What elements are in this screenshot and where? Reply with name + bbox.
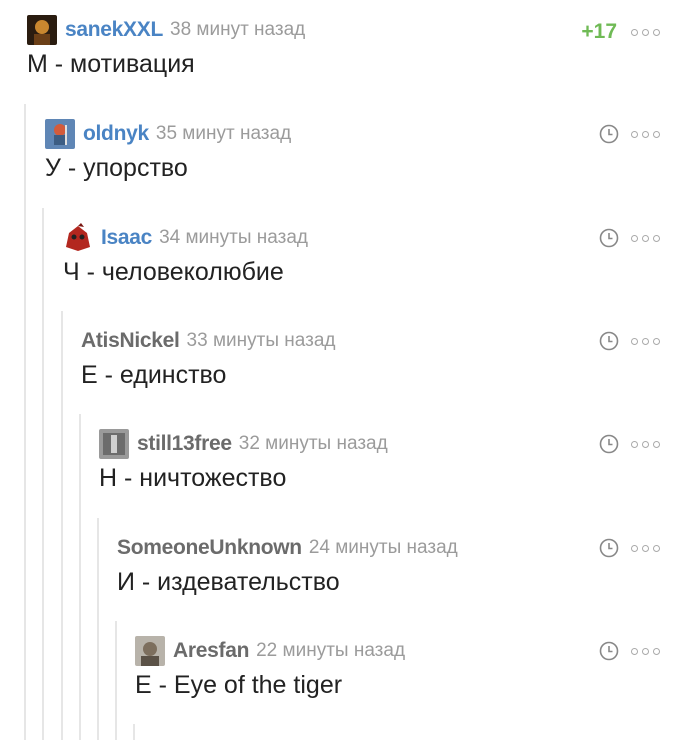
clock-icon[interactable] (599, 228, 619, 248)
comment: AtisNickel 33 минуты назад Е - единство (0, 311, 700, 415)
comment-time: 33 минуты назад (186, 330, 336, 351)
clock-icon[interactable] (599, 124, 619, 144)
comment: sanekXXL 38 минут назад +17 М - мотиваци… (0, 0, 700, 104)
comment-author[interactable]: still13free (137, 432, 232, 456)
user-avatar[interactable] (99, 429, 129, 459)
more-options-icon[interactable] (631, 337, 660, 345)
comment-text: Е - единство (81, 361, 227, 389)
more-options-icon[interactable] (631, 130, 660, 138)
more-options-icon[interactable] (631, 647, 660, 655)
comment-text: М - мотивация (27, 50, 195, 78)
comment-author[interactable]: AtisNickel (81, 329, 180, 353)
comment: Isaac 34 минуты назад Ч - человеколюбие (0, 208, 700, 312)
thread-line (133, 724, 135, 740)
clock-icon[interactable] (599, 641, 619, 661)
user-avatar[interactable] (63, 223, 93, 253)
comment-text: Н - ничтожество (99, 464, 287, 492)
comment-time: 35 минут назад (155, 123, 292, 144)
comment-author[interactable]: oldnyk (83, 122, 149, 146)
comment-time: 32 минуты назад (238, 433, 388, 454)
comment-text: И - издевательство (117, 568, 340, 596)
clock-icon[interactable] (599, 331, 619, 351)
comment-author[interactable]: Aresfan (173, 639, 249, 663)
comment-text: У - упорство (45, 154, 188, 182)
comment-author[interactable]: SomeoneUnknown (117, 536, 302, 560)
user-avatar[interactable] (45, 119, 75, 149)
more-options-icon[interactable] (631, 234, 660, 242)
comment: still13free 32 минуты назад Н - ничтожес… (0, 414, 700, 518)
comment-author[interactable]: sanekXXL (65, 18, 163, 42)
comment-time: 22 минуты назад (256, 640, 406, 661)
comment-time: 24 минуты назад (308, 537, 458, 558)
comment-author[interactable]: Isaac (101, 226, 152, 250)
comment-time: 38 минут назад (170, 19, 306, 40)
more-options-icon[interactable] (631, 440, 660, 448)
more-options-icon[interactable] (631, 544, 660, 552)
user-avatar[interactable] (27, 15, 57, 45)
comment-time: 34 минуты назад (159, 227, 308, 248)
comment-text: Е - Eye of the tiger (135, 671, 343, 699)
clock-icon[interactable] (599, 538, 619, 558)
comment: SomeoneUnknown 24 минуты назад И - издев… (0, 518, 700, 622)
more-options-icon[interactable] (631, 28, 660, 36)
user-avatar[interactable] (135, 636, 165, 666)
comment-rating: +17 (581, 20, 617, 43)
comment-text: Ч - человеколюбие (63, 258, 284, 286)
comment: Aresfan 22 минуты назад Е - Eye of the t… (0, 621, 700, 725)
clock-icon[interactable] (599, 434, 619, 454)
comment: oldnyk 35 минут назад У - упорство (0, 104, 700, 208)
